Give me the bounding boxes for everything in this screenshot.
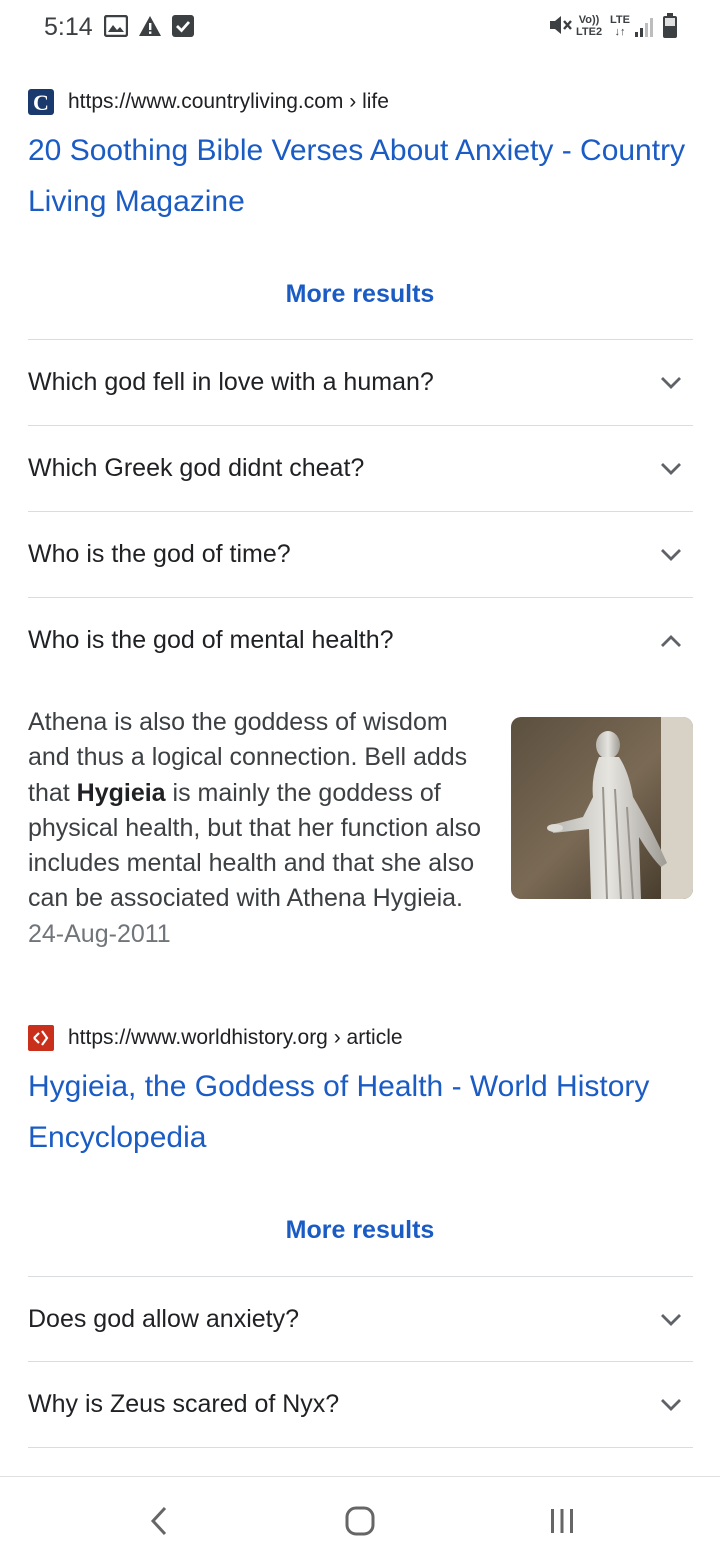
worldhistory-favicon-icon — [28, 1025, 54, 1051]
result-source[interactable]: https://www.worldhistory.org › article — [28, 1023, 403, 1053]
chevron-up-icon[interactable] — [657, 627, 685, 655]
more-results-button[interactable]: More results — [0, 280, 720, 309]
faq-question: Who is the god of mental health? — [28, 626, 394, 654]
volte-label: Vo)) — [578, 14, 600, 26]
chevron-down-icon[interactable] — [657, 541, 685, 569]
chevron-down-icon[interactable] — [657, 369, 685, 397]
signal-icon — [634, 16, 654, 43]
battery-icon — [663, 13, 677, 44]
faq-question: Which Greek god didnt cheat? — [28, 454, 365, 482]
faq-row[interactable]: Who is the god of time? — [28, 512, 693, 597]
status-time: 5:14 — [44, 13, 93, 41]
warning-icon — [138, 15, 162, 42]
source-url: https://www.worldhistory.org › article — [68, 1026, 403, 1049]
faq-row[interactable]: Which Greek god didnt cheat? — [28, 426, 693, 511]
faq-question: Which god fell in love with a human? — [28, 368, 434, 396]
image-icon — [103, 14, 129, 42]
faq-question: Does god allow anxiety? — [28, 1305, 299, 1333]
lte-icon: LTE ↓↑ — [610, 14, 630, 38]
divider — [28, 1447, 693, 1448]
result-title-link[interactable]: 20 Soothing Bible Verses About Anxiety -… — [28, 125, 698, 227]
faq-question: Why is Zeus scared of Nyx? — [28, 1390, 340, 1418]
source-url: https://www.countryliving.com › life — [68, 90, 389, 113]
checkbox-icon — [172, 15, 194, 42]
status-bar: 5:14 Vo)) LTE2 LTE ↓↑ — [0, 0, 720, 56]
answer-date: 24-Aug-2011 — [28, 919, 171, 948]
more-results-button[interactable]: More results — [0, 1216, 720, 1245]
countryliving-favicon-icon: C — [28, 89, 54, 115]
faq-answer: Athena is also the goddess of wisdom and… — [28, 705, 693, 952]
favicon-letter: C — [33, 90, 49, 115]
chevron-down-icon[interactable] — [657, 455, 685, 483]
result-source[interactable]: C https://www.countryliving.com › life — [28, 87, 389, 117]
back-icon[interactable] — [139, 1501, 179, 1541]
faq-row[interactable]: Why is Zeus scared of Nyx? — [28, 1362, 693, 1447]
chevron-down-icon[interactable] — [657, 1391, 685, 1419]
lte2-label: LTE2 — [576, 26, 603, 38]
mute-icon — [548, 12, 574, 43]
navigation-bar — [0, 1476, 720, 1560]
lte-label: LTE — [610, 14, 630, 26]
faq-row-expanded[interactable]: Who is the god of mental health? — [28, 598, 693, 683]
home-icon[interactable] — [340, 1501, 380, 1541]
answer-bold-term: Hygieia — [76, 778, 166, 807]
recents-icon[interactable] — [542, 1501, 582, 1541]
chevron-down-icon[interactable] — [657, 1306, 685, 1334]
faq-row[interactable]: Does god allow anxiety? — [28, 1277, 693, 1362]
faq-question: Who is the god of time? — [28, 540, 291, 568]
faq-row[interactable]: Which god fell in love with a human? — [28, 340, 693, 425]
statue-image[interactable] — [511, 717, 693, 899]
result-title-link[interactable]: Hygieia, the Goddess of Health - World H… — [28, 1061, 698, 1163]
volte-icon: Vo)) LTE2 — [576, 14, 602, 38]
